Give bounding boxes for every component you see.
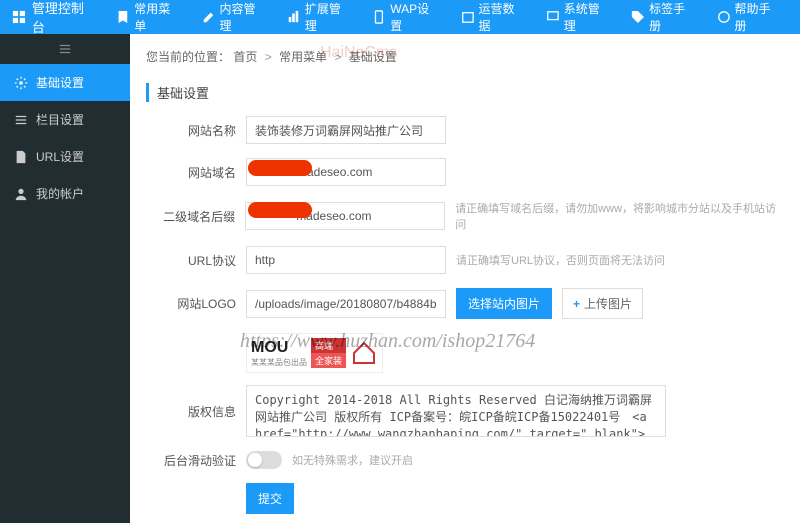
label-domain: 网站域名 <box>146 164 236 181</box>
label-site-name: 网站名称 <box>146 122 236 139</box>
sidebar-item-label: 栏目设置 <box>36 111 84 128</box>
nav-data[interactable]: 运营数据 <box>451 0 536 34</box>
label-url-proto: URL协议 <box>146 252 236 269</box>
nav-tags[interactable]: 标签手册 <box>621 0 706 34</box>
nav-system[interactable]: 系统管理 <box>536 0 621 34</box>
nav-common[interactable]: 常用菜单 <box>106 0 191 34</box>
panel-title: 基础设置 <box>146 83 784 102</box>
nav-help[interactable]: 帮助手册 <box>707 0 792 34</box>
calendar-icon <box>461 10 475 24</box>
main-content: HaiNaCms 您当前的位置： 首页 > 常用菜单 > 基础设置 基础设置 网… <box>130 34 800 523</box>
edit-icon <box>202 10 216 24</box>
nav-content[interactable]: 内容管理 <box>192 0 277 34</box>
list-icon <box>14 113 28 127</box>
redaction <box>248 202 312 218</box>
submit-button[interactable]: 提交 <box>246 483 294 514</box>
breadcrumb-menu[interactable]: 常用菜单 <box>279 50 327 64</box>
brand: 管理控制台 <box>8 0 106 36</box>
sidebar-item-url[interactable]: URL设置 <box>0 138 130 175</box>
redaction <box>248 160 312 176</box>
sidebar-item-label: 基础设置 <box>36 74 84 91</box>
input-logo-path[interactable] <box>246 290 446 318</box>
hint-slide-verify: 如无特殊需求，建议开启 <box>292 452 413 468</box>
nav-extend[interactable]: 扩展管理 <box>277 0 362 34</box>
logo-preview: MOU 某某某品包出品 高端 全家装 <box>246 333 383 373</box>
monitor-icon <box>546 10 560 24</box>
toggle-slide-verify[interactable] <box>246 451 282 469</box>
dashboard-icon <box>12 10 26 24</box>
textarea-copyright[interactable]: Copyright 2014-2018 All Rights Reserved … <box>246 385 666 437</box>
input-site-name[interactable] <box>246 116 446 144</box>
sidebar-collapse[interactable] <box>0 34 130 64</box>
top-nav-items: 常用菜单 内容管理 扩展管理 WAP设置 运营数据 系统管理 标签手册 帮助手册 <box>106 0 792 34</box>
label-slide-verify: 后台滑动验证 <box>146 452 236 469</box>
phone-icon <box>372 10 386 24</box>
upload-image-button[interactable]: +上传图片 <box>562 288 643 319</box>
breadcrumb-home[interactable]: 首页 <box>233 50 257 64</box>
sidebar-item-basic[interactable]: 基础设置 <box>0 64 130 101</box>
sidebar-item-account[interactable]: 我的帐户 <box>0 175 130 212</box>
bookmark-icon <box>116 10 130 24</box>
house-icon <box>350 341 378 365</box>
menu-icon <box>58 42 72 56</box>
file-icon <box>14 150 28 164</box>
user-icon <box>14 187 28 201</box>
gear-icon <box>14 76 28 90</box>
pick-image-button[interactable]: 选择站内图片 <box>456 288 552 319</box>
hint-url-proto: 请正确填写URL协议，否则页面将无法访问 <box>456 252 665 268</box>
label-sub-domain: 二级域名后缀 <box>146 208 235 225</box>
sidebar-item-label: URL设置 <box>36 148 84 165</box>
label-copyright: 版权信息 <box>146 403 236 420</box>
hint-sub-domain: 请正确填写域名后缀，请勿加www，将影响城市分站以及手机站访问 <box>455 200 784 232</box>
breadcrumb: 您当前的位置： 首页 > 常用菜单 > 基础设置 <box>146 44 784 75</box>
sidebar: 基础设置 栏目设置 URL设置 我的帐户 <box>0 34 130 523</box>
sidebar-item-column[interactable]: 栏目设置 <box>0 101 130 138</box>
breadcrumb-current: 基础设置 <box>349 50 397 64</box>
input-url-proto[interactable] <box>246 246 446 274</box>
chart-icon <box>287 10 301 24</box>
sidebar-item-label: 我的帐户 <box>36 185 84 202</box>
tag-icon <box>631 10 645 24</box>
plus-icon: + <box>573 297 580 311</box>
top-nav: 管理控制台 常用菜单 内容管理 扩展管理 WAP设置 运营数据 系统管理 标签手… <box>0 0 800 34</box>
label-logo: 网站LOGO <box>146 295 236 312</box>
brand-label: 管理控制台 <box>32 0 96 36</box>
nav-wap[interactable]: WAP设置 <box>362 0 450 34</box>
help-icon <box>717 10 731 24</box>
